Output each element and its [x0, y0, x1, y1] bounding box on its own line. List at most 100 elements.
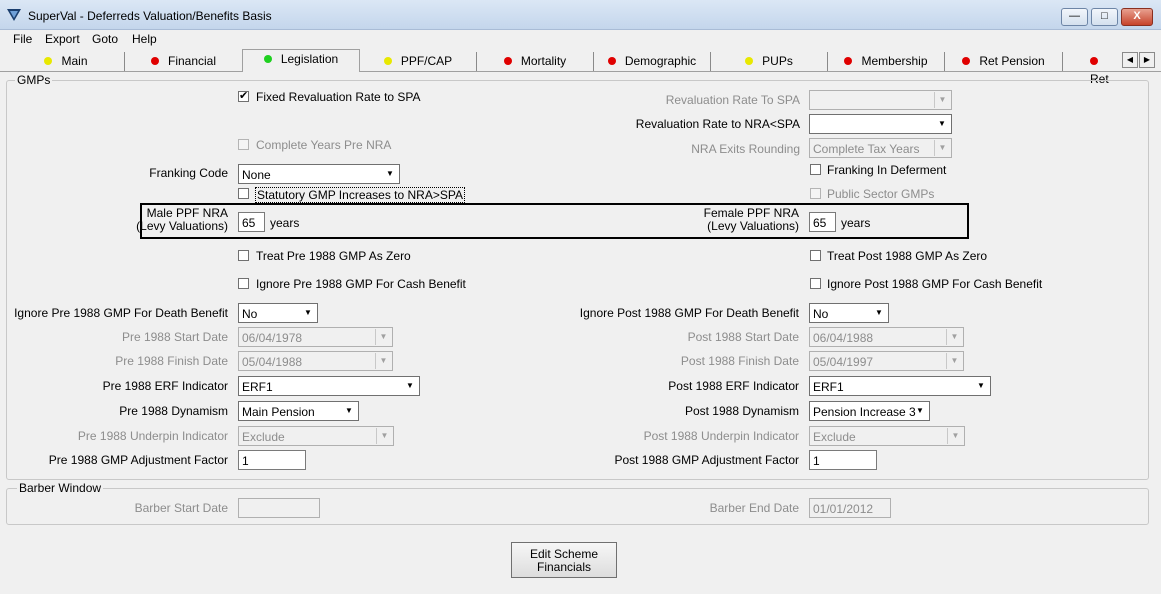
status-dot-icon [44, 57, 53, 65]
nra-exits-rounding-label: NRA Exits Rounding [691, 142, 800, 156]
revaluation-rate-spa-select[interactable]: ▼ [809, 90, 952, 110]
post-dynamism-label: Post 1988 Dynamism [684, 404, 799, 418]
pre-dynamism-label: Pre 1988 Dynamism [119, 404, 228, 418]
post-start-date-label: Post 1988 Start Date [687, 330, 799, 344]
public-sector-gmps-label: Public Sector GMPs [827, 187, 935, 201]
tab-scroll: ◀ ▶ [1122, 52, 1156, 69]
female-ppf-nra-label: Female PPF NRA (Levy Valuations) [703, 206, 799, 233]
fixed-revaluation-checkbox[interactable]: ✔ [238, 91, 249, 102]
close-button[interactable]: X [1121, 8, 1153, 26]
chevron-down-icon: ▼ [934, 140, 950, 156]
pre-start-date-select[interactable]: 06/04/1978 ▼ [238, 327, 393, 347]
window-title: SuperVal - Deferreds Valuation/Benefits … [28, 9, 272, 23]
public-sector-gmps-checkbox[interactable] [810, 188, 821, 199]
tab-financial[interactable]: Financial [125, 52, 243, 71]
tab-demographic[interactable]: Demographic [594, 52, 711, 71]
status-dot-icon [962, 57, 971, 65]
tab-legislation[interactable]: Legislation [242, 49, 360, 72]
status-dot-icon [1090, 57, 1098, 65]
chevron-down-icon: ▼ [375, 353, 391, 369]
menu-help[interactable]: Help [132, 32, 157, 46]
revaluation-rate-nra-select[interactable]: ▼ [809, 114, 952, 134]
ignore-post-cash-checkbox[interactable] [810, 278, 821, 289]
revaluation-rate-nra-label: Revaluation Rate to NRA<SPA [635, 117, 800, 131]
treat-post-zero-checkbox[interactable] [810, 250, 821, 261]
chevron-down-icon: ▼ [947, 428, 963, 444]
franking-code-select[interactable]: None ▼ [238, 164, 400, 184]
pre-adj-factor-label: Pre 1988 GMP Adjustment Factor [48, 453, 228, 467]
pre-finish-date-select[interactable]: 05/04/1988 ▼ [238, 351, 393, 371]
menu-file[interactable]: File [13, 32, 32, 46]
ignore-pre-death-select[interactable]: No ▼ [238, 303, 318, 323]
pre-erf-label: Pre 1988 ERF Indicator [102, 379, 228, 393]
chevron-down-icon: ▼ [345, 406, 353, 415]
barber-start-date-input[interactable] [238, 498, 320, 518]
treat-post-zero-label: Treat Post 1988 GMP As Zero [827, 249, 988, 263]
status-dot-icon [383, 57, 392, 65]
pre-dynamism-select[interactable]: Main Pension ▼ [238, 401, 359, 421]
menu-bar: File Export Goto Help [0, 30, 1161, 48]
chevron-down-icon: ▼ [946, 329, 962, 345]
post-dynamism-select[interactable]: Pension Increase 3 ▼ [809, 401, 930, 421]
statutory-gmp-checkbox[interactable] [238, 188, 249, 199]
chevron-down-icon: ▼ [946, 353, 962, 369]
pre-erf-select[interactable]: ERF1 ▼ [238, 376, 420, 396]
status-dot-icon [745, 57, 754, 65]
tab-scroll-right-icon[interactable]: ▶ [1139, 52, 1155, 68]
ignore-post-death-label: Ignore Post 1988 GMP For Death Benefit [579, 306, 799, 320]
gmps-group-title: GMPs [15, 73, 53, 87]
barber-start-date-label: Barber Start Date [134, 501, 228, 515]
post-underpin-select[interactable]: Exclude ▼ [809, 426, 965, 446]
nra-exits-rounding-select[interactable]: Complete Tax Years ▼ [809, 138, 952, 158]
ignore-post-death-select[interactable]: No ▼ [809, 303, 889, 323]
ignore-post-cash-label: Ignore Post 1988 GMP For Cash Benefit [827, 277, 1043, 291]
chevron-down-icon: ▼ [375, 329, 391, 345]
ignore-pre-death-label: Ignore Pre 1988 GMP For Death Benefit [14, 306, 228, 320]
tab-main[interactable]: Main [8, 52, 125, 71]
chevron-down-icon: ▼ [875, 308, 883, 317]
female-ppf-nra-unit: years [841, 216, 871, 230]
barber-end-date-label: Barber End Date [709, 501, 799, 515]
complete-years-label: Complete Years Pre NRA [256, 138, 392, 152]
maximize-button[interactable]: □ [1091, 8, 1118, 26]
female-ppf-nra-input[interactable]: 65 [809, 212, 836, 232]
post-finish-date-label: Post 1988 Finish Date [680, 354, 799, 368]
chevron-down-icon: ▼ [376, 428, 392, 444]
post-erf-select[interactable]: ERF1 ▼ [809, 376, 991, 396]
post-adj-factor-input[interactable]: 1 [809, 450, 877, 470]
complete-years-checkbox[interactable] [238, 139, 249, 150]
male-ppf-nra-input[interactable]: 65 [238, 212, 265, 232]
title-bar: SuperVal - Deferreds Valuation/Benefits … [0, 0, 1161, 30]
post-underpin-label: Post 1988 Underpin Indicator [643, 429, 799, 443]
revaluation-rate-spa-label: Revaluation Rate To SPA [665, 93, 800, 107]
status-dot-icon [607, 57, 616, 65]
tab-pups[interactable]: PUPs [711, 52, 828, 71]
status-dot-icon [844, 57, 853, 65]
tab-ret[interactable]: Ret [1063, 52, 1121, 86]
menu-export[interactable]: Export [45, 32, 80, 46]
pre-underpin-select[interactable]: Exclude ▼ [238, 426, 394, 446]
tab-ret-pension[interactable]: Ret Pension [945, 52, 1063, 71]
treat-pre-zero-checkbox[interactable] [238, 250, 249, 261]
chevron-down-icon: ▼ [977, 381, 985, 390]
pre-adj-factor-input[interactable]: 1 [238, 450, 306, 470]
tab-ppf-cap[interactable]: PPF/CAP [360, 52, 477, 71]
chevron-down-icon: ▼ [386, 169, 394, 178]
tab-mortality[interactable]: Mortality [477, 52, 594, 71]
post-erf-label: Post 1988 ERF Indicator [668, 379, 799, 393]
status-dot-icon [150, 57, 159, 65]
chevron-down-icon: ▼ [934, 92, 950, 108]
barber-end-date-input[interactable]: 01/01/2012 [809, 498, 891, 518]
chevron-down-icon: ▼ [304, 308, 312, 317]
post-start-date-select[interactable]: 06/04/1988 ▼ [809, 327, 964, 347]
franking-in-deferment-checkbox[interactable] [810, 164, 821, 175]
tab-scroll-left-icon[interactable]: ◀ [1122, 52, 1138, 68]
post-finish-date-select[interactable]: 05/04/1997 ▼ [809, 351, 964, 371]
edit-scheme-financials-button[interactable]: Edit Scheme Financials [511, 542, 617, 578]
pre-start-date-label: Pre 1988 Start Date [121, 330, 228, 344]
menu-goto[interactable]: Goto [92, 32, 118, 46]
tab-membership[interactable]: Membership [828, 52, 945, 71]
minimize-button[interactable]: — [1061, 8, 1088, 26]
status-dot-icon [263, 55, 272, 63]
ignore-pre-cash-checkbox[interactable] [238, 278, 249, 289]
